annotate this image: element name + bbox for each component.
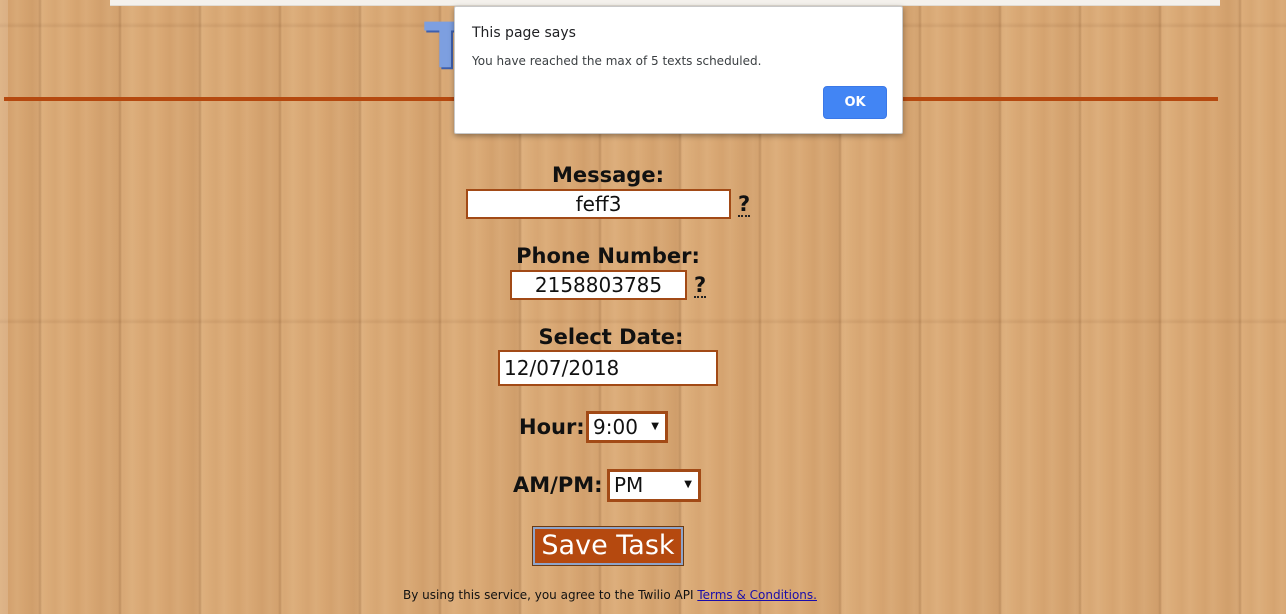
terms-text: By using this service, you agree to the … (403, 588, 698, 602)
alert-dialog: This page says You have reached the max … (454, 6, 903, 134)
save-task-button[interactable]: Save Task (532, 526, 684, 566)
hour-label: Hour: (519, 415, 585, 439)
chevron-down-icon: ▼ (651, 421, 659, 432)
dialog-ok-button[interactable]: OK (823, 86, 887, 119)
ampm-selected-value: PM (614, 473, 644, 497)
date-label: Select Date: (538, 325, 684, 349)
message-input[interactable]: feff3 (466, 189, 731, 219)
message-help-icon[interactable]: ? (738, 193, 751, 217)
hour-select[interactable]: 9:00 ▼ (586, 411, 668, 443)
phone-input[interactable]: 2158803785 (510, 270, 687, 300)
message-label: Message: (552, 163, 664, 187)
date-input[interactable]: 12/07/2018 (498, 350, 718, 386)
phone-help-icon[interactable]: ? (694, 274, 707, 298)
terms-footer: By using this service, you agree to the … (0, 588, 1220, 602)
dialog-message: You have reached the max of 5 texts sche… (472, 54, 762, 68)
phone-label: Phone Number: (516, 244, 700, 268)
terms-link[interactable]: Terms & Conditions. (697, 588, 817, 602)
dialog-title: This page says (472, 25, 576, 41)
ampm-select[interactable]: PM ▼ (607, 469, 701, 502)
chevron-down-icon: ▼ (684, 479, 692, 490)
hour-selected-value: 9:00 (593, 415, 638, 439)
ampm-label: AM/PM: (513, 473, 603, 497)
